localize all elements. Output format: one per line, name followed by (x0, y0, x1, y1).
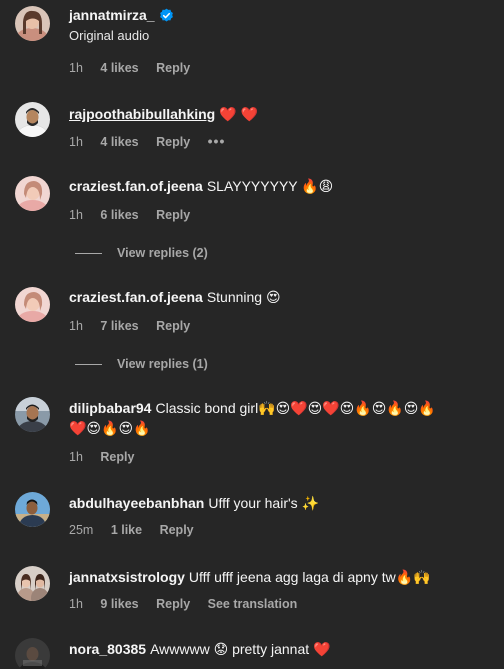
comment-time: 1h (69, 61, 83, 75)
comment-meta: 1h Reply (69, 449, 148, 465)
comment: abdulhayeebanbhan Ufff your hair's ✨ 25m … (0, 488, 504, 548)
likes-count[interactable]: 4 likes (100, 61, 138, 75)
comment: dilipbabar94 Classic bond girl🙌😍❤️😍❤️😍🔥😍🔥… (0, 392, 504, 472)
comment-text: ❤️ ❤️ (219, 106, 258, 122)
view-replies-label: View replies (2) (117, 246, 208, 260)
comments-list: jannatmirza_ Original audio 1h 4 likes R… (0, 0, 504, 669)
more-options-icon[interactable]: ••• (208, 133, 226, 149)
comment-meta: 1h 6 likes Reply (69, 207, 204, 223)
avatar[interactable] (15, 492, 50, 527)
avatar[interactable] (15, 102, 50, 137)
reply-button[interactable]: Reply (100, 450, 134, 464)
avatar[interactable] (15, 6, 50, 41)
replies-divider (75, 253, 102, 255)
likes-count[interactable]: 9 likes (100, 597, 138, 611)
comment-meta: 25m 1 like Reply (69, 522, 208, 538)
avatar[interactable] (15, 638, 50, 669)
avatar[interactable] (15, 397, 50, 432)
comment-text: Stunning 😍 (206, 289, 281, 305)
comment-text: Ufff ufff jeena agg laga di apny tw🔥🙌 (188, 569, 431, 585)
comment-meta: 1h 4 likes Reply ••• (69, 133, 239, 150)
replies-divider (75, 364, 102, 366)
comment-meta: 1h 7 likes Reply (69, 318, 204, 334)
likes-count[interactable]: 4 likes (100, 135, 138, 149)
reply-button[interactable]: Reply (156, 319, 190, 333)
reply-button[interactable]: Reply (156, 597, 190, 611)
comment: nora_80385 Awwwww 😟 pretty jannat ❤️ (0, 634, 504, 669)
comment-text: Classic bond girl🙌😍❤️😍❤️😍🔥😍🔥😍🔥 (155, 400, 436, 416)
view-replies-button[interactable]: View replies (1) (75, 356, 208, 372)
reply-button[interactable]: Reply (156, 61, 190, 75)
reply-button[interactable]: Reply (156, 135, 190, 149)
verified-badge-icon (159, 8, 173, 22)
likes-count[interactable]: 1 like (111, 523, 142, 537)
avatar[interactable] (15, 287, 50, 322)
likes-count[interactable]: 6 likes (100, 208, 138, 222)
avatar[interactable] (15, 176, 50, 211)
comment-time: 1h (69, 208, 83, 222)
comment-time: 25m (69, 523, 94, 537)
comment: jannatxsistrology Ufff ufff jeena agg lag… (0, 562, 504, 622)
view-replies-button[interactable]: View replies (2) (75, 245, 208, 261)
likes-count[interactable]: 7 likes (100, 319, 138, 333)
comment-username[interactable]: nora_80385 (69, 641, 146, 657)
comment-time: 1h (69, 597, 83, 611)
reply-button[interactable]: Reply (160, 523, 194, 537)
avatar[interactable] (15, 566, 50, 601)
view-replies-label: View replies (1) (117, 357, 208, 371)
comment-time: 1h (69, 319, 83, 333)
comment-text: Ufff your hair's ✨ (208, 495, 319, 511)
comment: jannatmirza_ Original audio 1h 4 likes R… (0, 0, 504, 80)
comment-text-continued: ❤️😍🔥😍🔥 (69, 420, 151, 436)
comment-meta: 1h 9 likes Reply See translation (69, 596, 311, 612)
original-audio-link[interactable]: Original audio (69, 27, 498, 45)
comment-time: 1h (69, 450, 83, 464)
comment-username[interactable]: craziest.fan.of.jeena (69, 289, 203, 305)
comment-username[interactable]: rajpoothabibullahking (69, 106, 215, 122)
comment-username[interactable]: jannatxsistrology (69, 569, 185, 585)
comment-username[interactable]: craziest.fan.of.jeena (69, 178, 203, 194)
comment-username[interactable]: dilipbabar94 (69, 400, 151, 416)
comment-time: 1h (69, 135, 83, 149)
comment-meta: 1h 4 likes Reply (69, 60, 204, 76)
comment-text: Awwwww 😟 pretty jannat ❤️ (150, 641, 331, 657)
reply-button[interactable]: Reply (156, 208, 190, 222)
comment-text: SLAYYYYYYY 🔥😩 (206, 178, 334, 194)
comment: craziest.fan.of.jeena Stunning 😍 1h 7 lik… (0, 281, 504, 376)
comment: craziest.fan.of.jeena SLAYYYYYYY 🔥😩 1h 6 … (0, 170, 504, 265)
see-translation-button[interactable]: See translation (208, 597, 298, 611)
comment-username[interactable]: abdulhayeebanbhan (69, 495, 204, 511)
comment-username[interactable]: jannatmirza_ (69, 7, 155, 23)
comment: rajpoothabibullahking ❤️ ❤️ 1h 4 likes Re… (0, 96, 504, 156)
